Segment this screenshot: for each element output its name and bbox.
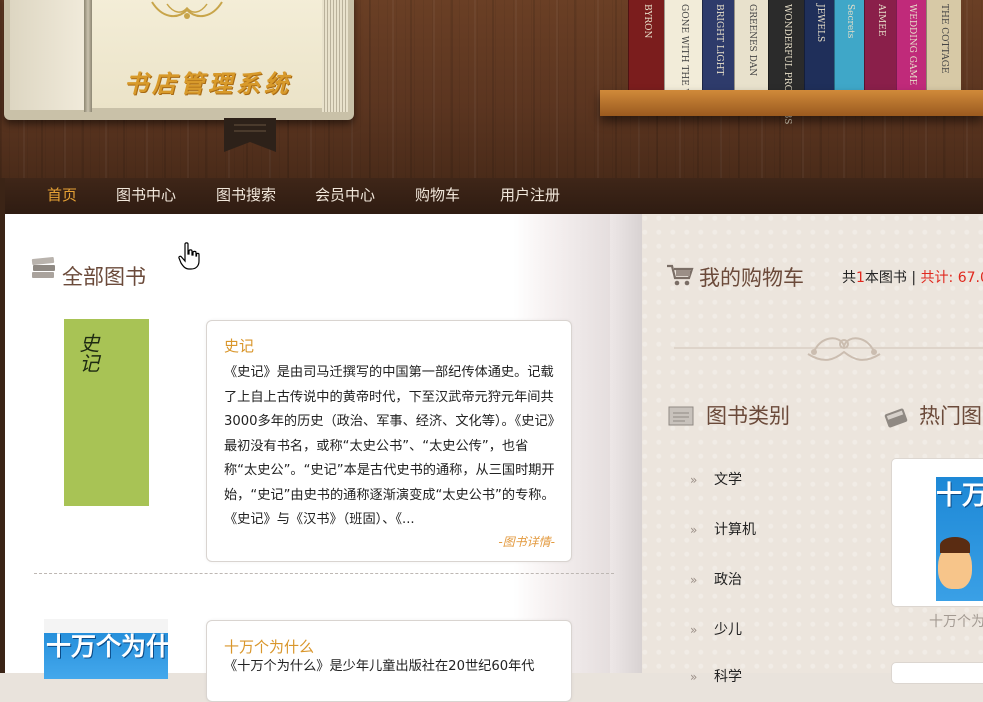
hot-books-icon (884, 408, 908, 428)
book-name-link[interactable]: 十万个为什么 (224, 636, 314, 657)
shelf-book-spine: GONE WITH THE WIND (664, 0, 703, 117)
category-item[interactable]: » 文学 (690, 469, 742, 489)
category-label: 政治 (714, 572, 742, 588)
shopping-cart-icon (667, 264, 694, 286)
nav-item-book-search[interactable]: 图书搜索 (216, 178, 276, 214)
hot-book-card[interactable]: 十万个为什么 (891, 458, 983, 607)
bookshelf-books: BYRON GONE WITH THE WIND BRIGHT LIGHT GREEN… (628, 0, 983, 124)
open-book-illustration: 书店管理系统 (4, 0, 356, 124)
list-divider (34, 573, 614, 574)
book-category-icon (668, 406, 694, 426)
shelf-book-title: JEWELS (815, 4, 825, 43)
nav-item-home[interactable]: 首页 (47, 178, 77, 214)
book-card: 十万个为什么 《十万个为什么》是少年儿童出版社在20世纪60年代 (206, 620, 572, 702)
header-banner: 书店管理系统 BYRON GONE WITH THE WIND BRIGHT LIG… (0, 0, 983, 178)
shelf-book-spine: BRIGHT LIGHT (702, 0, 735, 92)
shelf-book-title: Secrets (845, 4, 855, 39)
nav-item-member-center[interactable]: 会员中心 (315, 178, 375, 214)
cart-summary-mid: 本图书 | (864, 270, 921, 286)
cart-summary-prefix: 共 (842, 270, 856, 286)
book-cover-title: 史记 (76, 333, 100, 373)
hot-book-cover-title: 十万个为什么 (936, 481, 983, 511)
book-details-link[interactable]: -图书详情- (498, 533, 555, 550)
category-item[interactable]: » 计算机 (690, 519, 756, 539)
cart-summary: 共1本图书 | 共计: 67.0 (842, 267, 983, 287)
cart-total: 共计: 67.0 (920, 270, 983, 286)
section-title-cart: 我的购物车 (699, 266, 804, 290)
book-name-link[interactable]: 史记 (224, 335, 254, 356)
shelf-book-title: BRIGHT LIGHT (714, 4, 724, 76)
bookmark-ribbon-icon (224, 118, 276, 152)
category-label: 计算机 (714, 522, 756, 538)
category-item[interactable]: » 科学 (690, 666, 742, 686)
shelf-book-title: WEDDING GAME (907, 4, 917, 86)
panel-shadow (610, 214, 642, 673)
double-chevron-icon: » (690, 623, 697, 637)
category-item[interactable]: » 政治 (690, 569, 742, 589)
double-chevron-icon: » (690, 670, 697, 684)
shelf-book-title: GREENES DAN (747, 4, 757, 77)
book-cover-100k-whys[interactable]: 十万个为什么 (44, 619, 168, 679)
shelf-book-spine: AIMEE (864, 0, 897, 92)
shelf-book-spine: WEDDING GAME (896, 0, 927, 92)
section-title-all-books: 全部图书 (62, 265, 146, 289)
category-label: 少儿 (714, 622, 742, 638)
shelf-book-spine: Secrets (834, 0, 865, 92)
book-description: 《十万个为什么》是少年儿童出版社在20世纪60年代 (224, 659, 535, 674)
book-cover-shiji[interactable]: 史记 (64, 319, 149, 506)
shelf-book-spine: BYRON (628, 0, 665, 92)
books-stack-icon (31, 256, 55, 278)
section-title-hot-books: 热门图书 (919, 404, 983, 428)
hot-book-card[interactable] (891, 662, 983, 684)
shelf-book-title: AIMEE (876, 4, 886, 37)
ornament-icon (151, 1, 223, 19)
hot-book-name[interactable]: 十万个为什么 (929, 611, 983, 631)
nav-item-cart[interactable]: 购物车 (415, 178, 460, 214)
double-chevron-icon: » (690, 573, 697, 587)
category-label: 科学 (714, 669, 742, 685)
double-chevron-icon: » (690, 473, 697, 487)
app-title: 书店管理系统 (124, 69, 292, 98)
section-title-categories: 图书类别 (706, 404, 790, 428)
shelf-book-title: BYRON (642, 4, 652, 39)
book-description: 《史记》是由司马迁撰写的中国第一部纪传体通史。记载了上自上古传说中的黄帝时代，下… (224, 365, 555, 527)
shelf-book-spine: THE COTTAGE (926, 0, 961, 92)
book-card: 史记 《史记》是由司马迁撰写的中国第一部纪传体通史。记载了上自上古传说中的黄帝时… (206, 320, 572, 562)
cart-item-count: 1 (856, 270, 865, 286)
shelf-book-spine: GREENES DAN (734, 0, 769, 92)
category-label: 文学 (714, 472, 742, 488)
double-chevron-icon: » (690, 523, 697, 537)
main-navigation: 首页 图书中心 图书搜索 会员中心 购物车 用户注册 (5, 178, 983, 214)
category-item[interactable]: » 少儿 (690, 619, 742, 639)
ornamental-divider (674, 337, 983, 361)
shelf-book-title: THE COTTAGE (939, 4, 949, 74)
hot-book-cover: 十万个为什么 (936, 477, 983, 601)
nav-item-register[interactable]: 用户注册 (500, 178, 560, 214)
shelf-book-spine: WONDERFUL PROVERBS (768, 0, 805, 124)
shelf-book-spine: JEWELS (804, 0, 835, 92)
nav-item-book-center[interactable]: 图书中心 (116, 178, 176, 214)
bookshelf (600, 90, 983, 116)
book-cover-title: 十万个为什么 (46, 632, 168, 661)
hand-pointer-cursor-icon (178, 242, 200, 270)
